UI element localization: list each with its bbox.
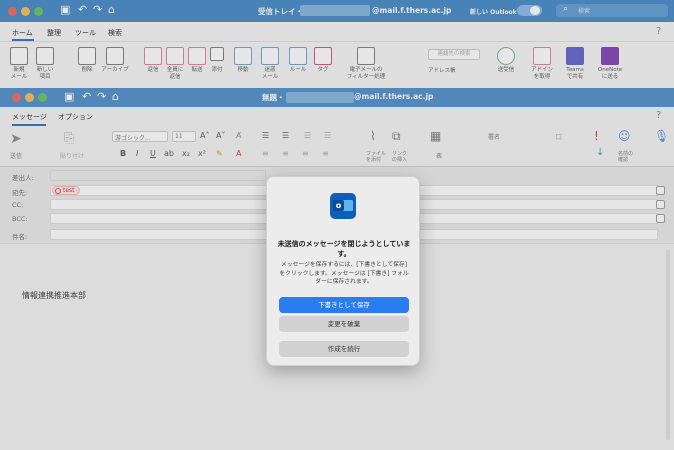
save-draft-button[interactable]: 下書きとして保存 <box>279 297 409 313</box>
unsaved-message-dialog: o 未送信のメッセージを閉じようとしています。 メッセージを保存するには、[下書… <box>266 176 420 366</box>
dialog-message: メッセージを保存するには、[下書きとして保存] をクリックします。メッセージは … <box>279 262 409 285</box>
outlook-logo: o <box>333 200 344 211</box>
continue-editing-button[interactable]: 作成を続行 <box>279 341 409 357</box>
outlook-app-icon: o <box>330 193 356 219</box>
dialog-title: 未送信のメッセージを閉じようとしています。 <box>277 240 411 258</box>
discard-changes-button[interactable]: 変更を破棄 <box>279 316 409 332</box>
